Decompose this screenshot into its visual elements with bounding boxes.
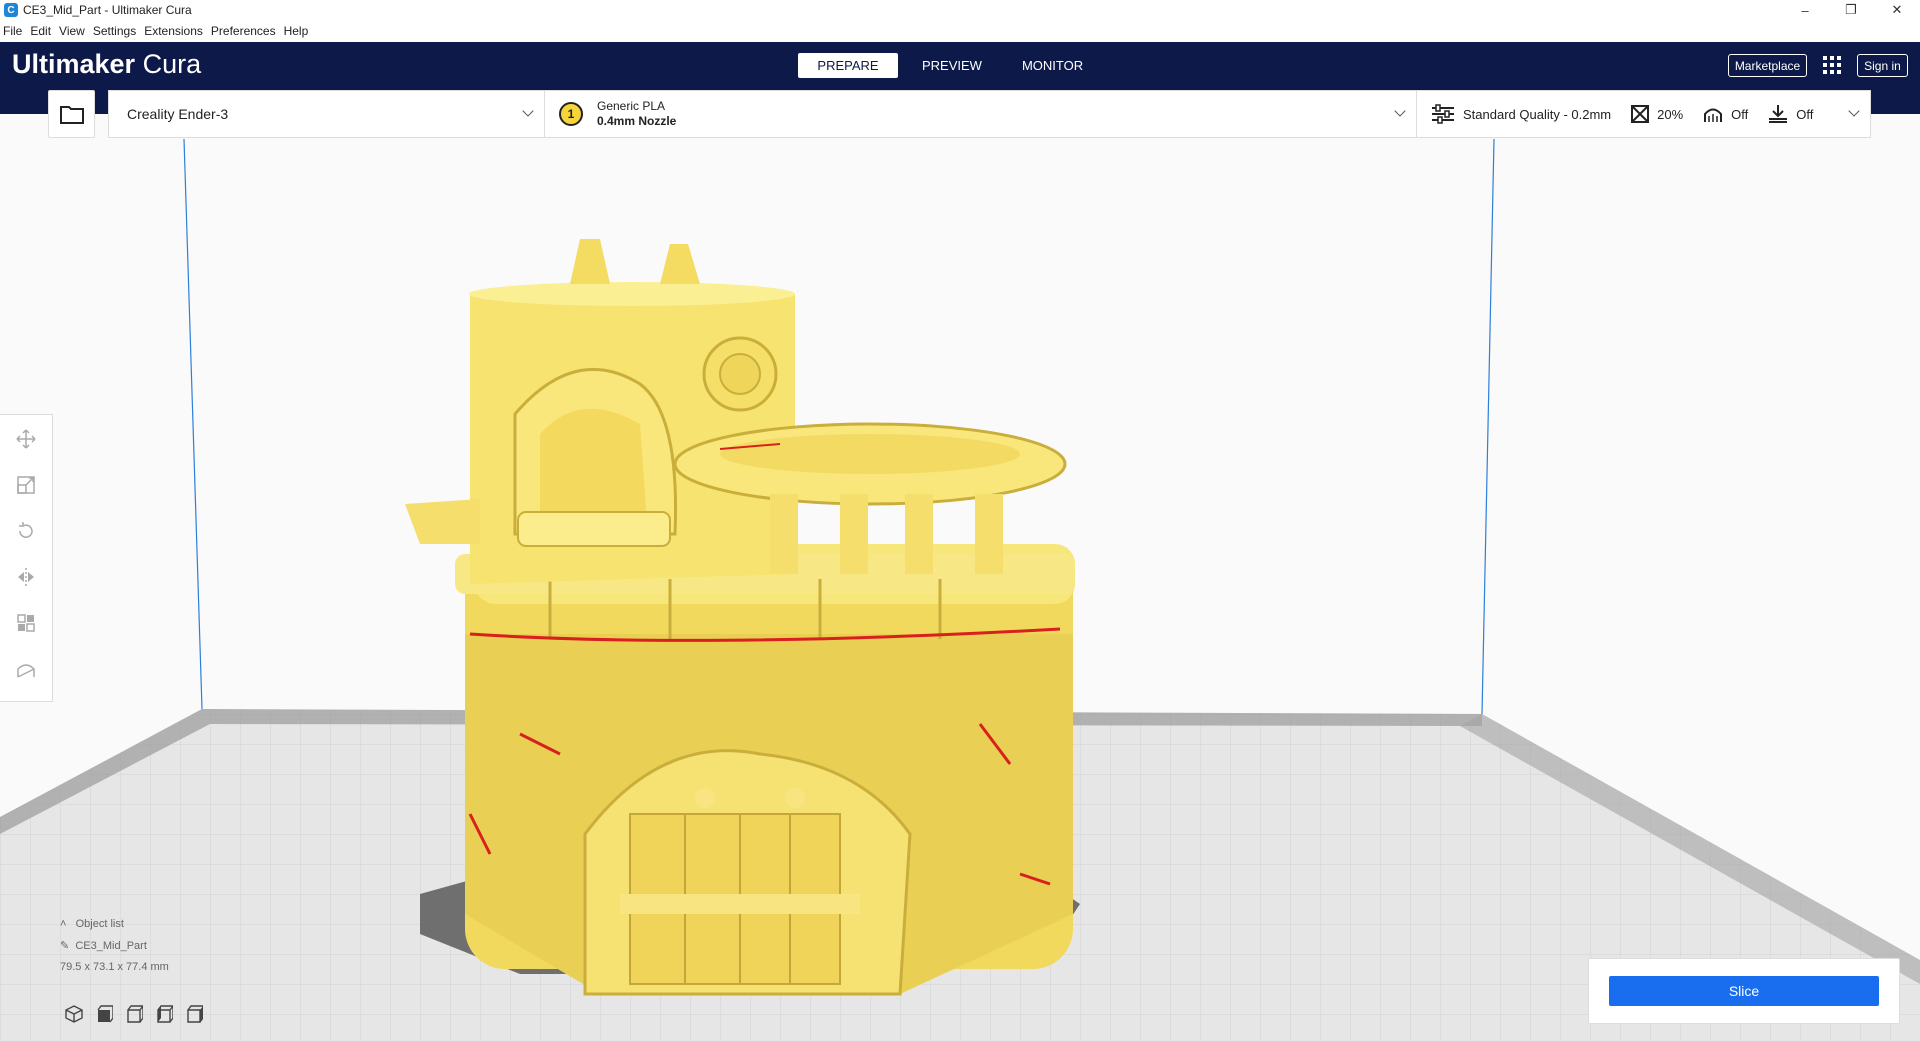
top-view-icon[interactable] — [124, 1004, 144, 1024]
front-view-icon[interactable] — [94, 1004, 114, 1024]
object-list-label: Object list — [75, 918, 124, 930]
rotate-icon[interactable] — [11, 517, 41, 545]
chevron-down-icon — [1394, 105, 1406, 117]
chevron-down-icon — [522, 105, 534, 117]
minimize-icon[interactable]: – — [1782, 0, 1828, 20]
menu-help[interactable]: Help — [284, 24, 309, 38]
ultimaker-cura-logo: Ultimaker Cura — [12, 49, 201, 80]
folder-icon — [59, 106, 84, 124]
slice-panel: Slice — [1588, 958, 1900, 1024]
menu-edit[interactable]: Edit — [30, 24, 51, 38]
menu-preferences[interactable]: Preferences — [211, 24, 276, 38]
infill-icon — [1631, 105, 1650, 123]
cura-app-icon: C — [4, 3, 18, 17]
tool-panel — [0, 414, 53, 702]
menu-view[interactable]: View — [59, 24, 85, 38]
restore-icon[interactable]: ❐ — [1828, 0, 1874, 20]
chevron-down-icon — [1848, 105, 1860, 117]
mirror-icon[interactable] — [11, 563, 41, 591]
sign-in-button[interactable]: Sign in — [1857, 54, 1908, 77]
slice-button[interactable]: Slice — [1609, 976, 1879, 1006]
support-blocker-icon[interactable] — [11, 655, 41, 683]
scale-icon[interactable] — [11, 471, 41, 499]
per-model-settings-icon[interactable] — [11, 609, 41, 637]
right-view-icon[interactable] — [184, 1004, 204, 1024]
window-controls: – ❐ ✕ — [1782, 0, 1920, 20]
marketplace-button[interactable]: Marketplace — [1728, 54, 1807, 77]
object-name: CE3_Mid_Part — [75, 940, 147, 952]
title-bar: C CE3_Mid_Part - Ultimaker Cura – ❐ ✕ — [0, 0, 1920, 20]
object-dimensions: 79.5 x 73.1 x 77.4 mm — [60, 961, 169, 973]
printer-name: Creality Ender-3 — [127, 106, 229, 122]
close-icon[interactable]: ✕ — [1874, 0, 1920, 20]
camera-view-buttons — [64, 1004, 214, 1024]
tab-preview[interactable]: PREVIEW — [906, 53, 998, 78]
chevron-up-icon: ˄ — [60, 918, 76, 930]
menu-bar: File Edit View Settings Extensions Prefe… — [0, 20, 1920, 42]
left-view-icon[interactable] — [154, 1004, 174, 1024]
adhesion-value: Off — [1796, 106, 1814, 122]
infill-value: 20% — [1657, 106, 1684, 122]
logo-light-text: Cura — [142, 49, 202, 79]
menu-extensions[interactable]: Extensions — [144, 24, 203, 38]
menu-file[interactable]: File — [3, 24, 22, 38]
3d-viewport[interactable] — [0, 114, 1920, 1041]
object-name-row[interactable]: ✎ CE3_Mid_Part — [60, 939, 169, 952]
extruder-badge: 1 — [559, 102, 583, 126]
pencil-icon: ✎ — [60, 940, 76, 952]
adhesion-icon — [1769, 105, 1788, 123]
material-selector[interactable]: 1 Generic PLA 0.4mm Nozzle — [544, 90, 1417, 138]
window-title: CE3_Mid_Part - Ultimaker Cura — [23, 3, 192, 17]
move-icon[interactable] — [11, 425, 41, 453]
printer-selector[interactable]: Creality Ender-3 — [108, 90, 545, 138]
open-file-button[interactable] — [48, 90, 95, 138]
object-list-toggle[interactable]: ˄ Object list — [60, 918, 169, 930]
support-value: Off — [1731, 106, 1749, 122]
quality-profile: Standard Quality - 0.2mm — [1463, 106, 1612, 122]
object-list-panel: ˄ Object list ✎ CE3_Mid_Part 79.5 x 73.1… — [60, 918, 169, 982]
sliders-icon — [1432, 104, 1454, 124]
stage-tabs: PREPARE PREVIEW MONITOR — [798, 53, 1107, 78]
support-icon — [1704, 108, 1723, 122]
logo-bold-text: Ultimaker — [12, 49, 136, 79]
menu-settings[interactable]: Settings — [93, 24, 136, 38]
material-name: Generic PLA — [597, 99, 666, 113]
apps-grid-icon[interactable] — [1823, 56, 1841, 74]
3d-view-icon[interactable] — [64, 1004, 84, 1024]
nozzle-size: 0.4mm Nozzle — [597, 114, 677, 128]
tab-prepare[interactable]: PREPARE — [798, 53, 898, 78]
print-settings-selector[interactable]: Standard Quality - 0.2mm 20% Off Off — [1416, 90, 1871, 138]
tab-monitor[interactable]: MONITOR — [1006, 53, 1099, 78]
